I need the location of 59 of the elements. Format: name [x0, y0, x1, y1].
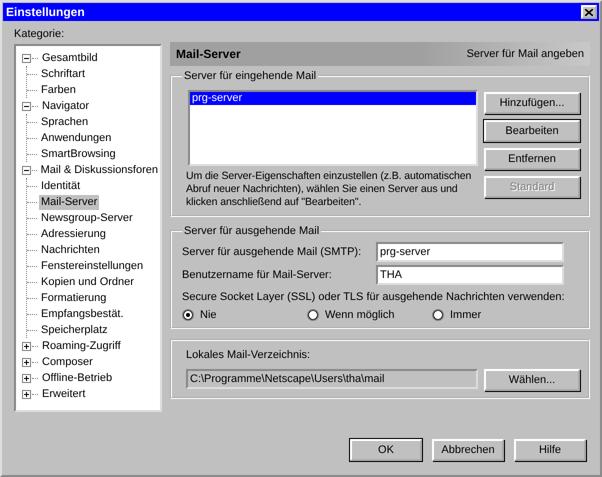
action-button[interactable]: Hinzufügen...	[484, 92, 580, 114]
field-label: Server für ausgehende Mail (SMTP):	[182, 246, 362, 258]
input-field[interactable]: THA	[376, 265, 564, 285]
expander-icon[interactable]	[22, 166, 31, 174]
window-title: Einstellungen	[6, 5, 85, 19]
expander-icon[interactable]	[22, 54, 31, 62]
radio-option[interactable]: Immer	[432, 309, 557, 321]
radio-option[interactable]: Wenn möglich	[307, 309, 432, 321]
category-label: Kategorie:	[14, 28, 66, 42]
input-field[interactable]: prg-server	[376, 242, 564, 262]
tree-item[interactable]: Schriftart	[39, 66, 88, 82]
hint-text: Um die Server-Eigenschaften einzustellen (z.B. automatischen Abruf neuer Nachrichten), wählen Sie einen Server aus und klicken anschließend auf "Bearbeiten".	[186, 170, 472, 209]
tree-item[interactable]: Sprachen	[39, 114, 90, 130]
tree-item[interactable]: Speicherplatz	[39, 322, 110, 338]
tree-item[interactable]: Mail & Diskussionsforen	[38, 162, 160, 178]
tree-item[interactable]: Erweitert	[40, 386, 88, 402]
tree-item[interactable]: Empfangsbestät.	[39, 306, 126, 322]
close-icon	[585, 8, 593, 16]
tree-item[interactable]: Gesamtbild	[40, 50, 100, 66]
tree-item[interactable]: Offline-Betrieb	[40, 370, 114, 386]
radio-option[interactable]: Nie	[182, 309, 307, 321]
tree-item[interactable]: Farben	[39, 82, 78, 98]
page-title: Mail-Server	[176, 47, 241, 61]
tree-item[interactable]: Newsgroup-Server	[39, 210, 135, 226]
tree-item[interactable]: Nachrichten	[39, 242, 102, 258]
ssl-label: Secure Socket Layer (SSL) oder TLS für ausgehende Nachrichten verwenden:	[182, 291, 566, 303]
expander-icon[interactable]	[22, 390, 31, 398]
radio-icon[interactable]	[432, 309, 444, 321]
radio-icon[interactable]	[307, 309, 319, 321]
expander-icon[interactable]	[22, 374, 31, 382]
tree-item[interactable]: Composer	[40, 354, 95, 370]
tree-item[interactable]: Navigator	[40, 98, 92, 114]
tree-item[interactable]: Roaming-Zugriff	[40, 338, 123, 354]
tree-item[interactable]: Adressierung	[39, 226, 108, 242]
tree-item[interactable]: Mail-Server	[39, 194, 100, 210]
tree-item[interactable]: Identität	[39, 178, 82, 194]
expander-icon[interactable]	[22, 342, 31, 350]
expander-icon[interactable]	[22, 102, 31, 110]
server-item[interactable]: prg-server	[190, 92, 476, 105]
tree-item[interactable]: Anwendungen	[39, 130, 114, 146]
folder-label: Lokales Mail-Verzeichnis:	[186, 349, 312, 361]
close-button[interactable]	[581, 5, 597, 19]
dialog-button[interactable]: Abbrechen	[432, 439, 504, 461]
path-field[interactable]: C:\Programme\Netscape\Users\tha\mail	[186, 369, 478, 389]
expander-icon[interactable]	[22, 358, 31, 366]
tree-item[interactable]: Formatierung	[39, 290, 108, 306]
radio-icon[interactable]	[182, 309, 194, 321]
tree-item[interactable]: Kopien und Ordner	[39, 274, 136, 290]
group-title: Server für ausgehende Mail	[183, 225, 320, 237]
field-label: Benutzername für Mail-Server:	[182, 269, 332, 281]
dialog-button[interactable]: Hilfe	[514, 439, 586, 461]
dialog-button[interactable]: OK	[350, 439, 422, 461]
tree-item[interactable]: Fenstereinstellungen	[39, 258, 146, 274]
browse-button[interactable]: Wählen...	[484, 369, 580, 391]
action-button[interactable]: Entfernen	[484, 148, 580, 170]
page-subtitle: Server für Mail angeben	[466, 48, 584, 60]
group-title: Server für eingehende Mail	[183, 70, 318, 82]
tree-item[interactable]: SmartBrowsing	[39, 146, 118, 162]
action-button[interactable]: Bearbeiten	[484, 120, 580, 142]
